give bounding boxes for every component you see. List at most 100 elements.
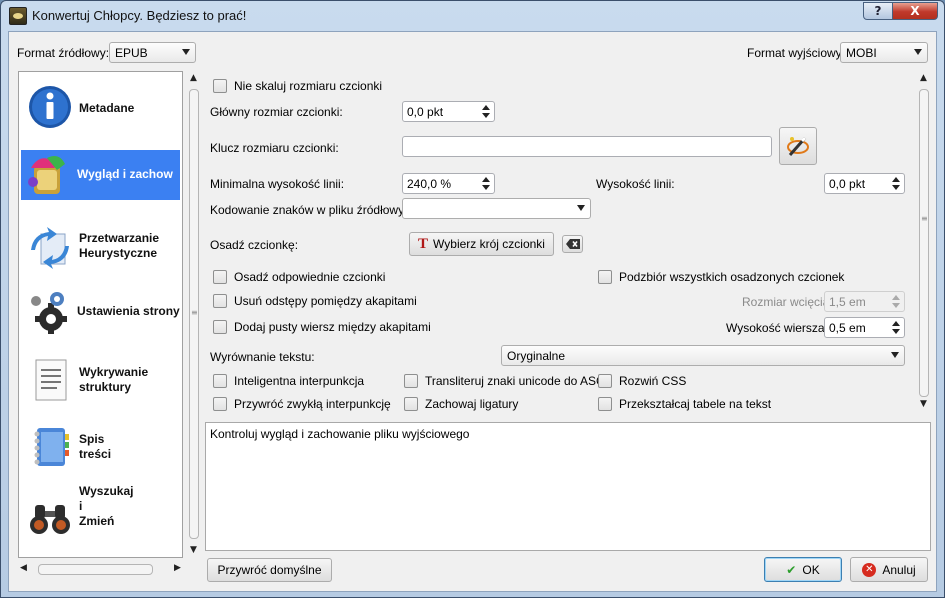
sidebar-item-label: Przetwarzanie Heurystyczne — [79, 231, 160, 260]
checkbox-label: Inteligentna interpunkcja — [234, 374, 365, 388]
chevron-down-icon — [891, 352, 899, 358]
indent-size-spinbox[interactable]: 1,5 em — [824, 291, 905, 312]
checkbox-box[interactable] — [404, 397, 418, 411]
scrollbar-thumb[interactable]: ≡ — [919, 89, 929, 397]
clear-font-button[interactable] — [562, 235, 583, 253]
scrollbar-thumb[interactable]: ≡ — [189, 89, 199, 539]
font-size-key-label: Klucz rozmiaru czcionki: — [210, 141, 339, 155]
checkbox-box[interactable] — [213, 320, 227, 334]
min-line-height-spinbox[interactable]: 240,0 % — [402, 173, 495, 194]
base-font-size-label: Główny rozmiar czcionki: — [210, 105, 343, 119]
cancel-icon: ✕ — [862, 562, 877, 577]
button-label: OK — [802, 562, 820, 577]
chevron-down-icon — [577, 205, 585, 211]
gears-icon — [31, 292, 67, 334]
title-bar[interactable]: Konwertuj Chłopcy. Będziesz to prać! ? X — [1, 1, 944, 31]
sidebar-item-look-and-feel[interactable]: Wygląd i zachow — [21, 150, 180, 200]
spin-arrows-icon[interactable] — [482, 104, 490, 118]
output-format-value: MOBI — [846, 46, 877, 60]
checkbox-label: Dodaj pusty wiersz między akapitami — [234, 320, 431, 334]
restore-defaults-button[interactable]: Przywróć domyślne — [207, 558, 332, 582]
input-encoding-label: Kodowanie znaków w pliku źródłowym: — [210, 203, 418, 217]
sidebar-horizontal-scrollbar[interactable]: ◀ ▶ — [18, 562, 186, 577]
sidebar-item-label: Spis treści — [79, 432, 112, 461]
sidebar-item-metadata[interactable]: Metadane — [19, 75, 182, 139]
checkbox-box[interactable] — [213, 79, 227, 93]
button-label: Przywróć domyślne — [217, 563, 322, 577]
help-button[interactable]: ? — [863, 2, 893, 20]
calibre-app-icon — [9, 7, 27, 25]
output-format-label: Format wyjściowy — [747, 46, 842, 60]
options-vertical-scrollbar[interactable]: ▲ ≡ ▼ — [916, 71, 932, 412]
scrollbar-thumb[interactable] — [38, 564, 153, 575]
checkbox-box[interactable] — [598, 270, 612, 284]
linearize-tables-checkbox[interactable]: Przekształcaj tabele na tekst — [598, 397, 771, 411]
ok-button[interactable]: ✔ OK — [764, 557, 842, 582]
choose-font-button[interactable]: T Wybierz krój czcionki — [409, 232, 554, 256]
line-height-spinbox[interactable]: 0,0 pkt — [824, 173, 905, 194]
grip-icon: ≡ — [921, 214, 928, 223]
sidebar-item-page-setup[interactable]: Ustawienia strony — [19, 280, 182, 344]
checkbox-box[interactable] — [213, 397, 227, 411]
expand-css-checkbox[interactable]: Rozwiń CSS — [598, 374, 686, 388]
sidebar-item-structure-detection[interactable]: Wykrywanie struktury — [19, 348, 182, 412]
sidebar-item-label: Ustawienia strony — [77, 304, 180, 318]
cancel-button[interactable]: ✕ Anuluj — [850, 557, 928, 582]
spinbox-value: 0,5 em — [829, 321, 866, 335]
binoculars-icon — [30, 505, 70, 534]
document-icon — [35, 359, 67, 401]
subset-fonts-checkbox[interactable]: Podzbiór wszystkich osadzonych czcionek — [598, 270, 844, 284]
help-description-box: Kontroluj wygląd i zachowanie pliku wyjś… — [205, 422, 931, 551]
font-key-wizard-button[interactable] — [779, 127, 817, 165]
smarten-punctuation-checkbox[interactable]: Inteligentna interpunkcja — [213, 374, 364, 388]
input-format-select[interactable]: EPUB — [109, 42, 196, 63]
paint-icon — [28, 156, 65, 194]
spinbox-value: 240,0 % — [407, 177, 452, 191]
base-font-size-spinbox[interactable]: 0,0 pkt — [402, 101, 495, 122]
checkmark-icon: ✔ — [786, 562, 797, 577]
checkbox-box[interactable] — [598, 374, 612, 388]
blank-line-size-spinbox[interactable]: 0,5 em — [824, 317, 905, 338]
combobox-value: Oryginalne — [507, 349, 566, 363]
insert-blank-line-checkbox[interactable]: Dodaj pusty wiersz między akapitami — [213, 320, 431, 334]
checkbox-box[interactable] — [213, 374, 227, 388]
info-icon — [29, 86, 71, 128]
arrows-icon — [31, 227, 69, 269]
asciiize-checkbox[interactable]: Transliteruj znaki unicode do ASCII — [404, 374, 611, 388]
embed-all-fonts-checkbox[interactable]: Osadź odpowiednie czcionki — [213, 270, 385, 284]
spin-arrows-icon[interactable] — [892, 176, 900, 190]
sidebar-vertical-scrollbar[interactable]: ▲ ≡ ▼ — [186, 71, 202, 558]
notebook-icon — [34, 428, 69, 466]
chevron-down-icon — [914, 49, 922, 55]
sidebar-item-label: Wygląd i zachow — [77, 167, 173, 181]
spinbox-value: 0,0 pkt — [829, 177, 866, 191]
close-button[interactable]: X — [892, 2, 938, 20]
checkbox-box[interactable] — [213, 294, 227, 308]
font-size-key-input[interactable] — [402, 136, 772, 157]
convert-dialog: Konwertuj Chłopcy. Będziesz to prać! ? X… — [0, 0, 945, 598]
no-scale-font-checkbox[interactable]: Nie skaluj rozmiaru czcionki — [213, 79, 382, 93]
sidebar-item-label: Wyszukaj i Zmień — [79, 484, 134, 528]
keep-ligatures-checkbox[interactable]: Zachowaj ligatury — [404, 397, 518, 411]
checkbox-label: Usuń odstępy pomiędzy akapitami — [234, 294, 417, 308]
text-justification-select[interactable]: Oryginalne — [501, 345, 905, 366]
spin-arrows-icon[interactable] — [482, 176, 490, 190]
scroll-up-icon: ▲ — [920, 73, 927, 83]
checkbox-box[interactable] — [404, 374, 418, 388]
sidebar-item-heuristics[interactable]: Przetwarzanie Heurystyczne — [19, 215, 182, 279]
scroll-right-icon: ▶ — [174, 563, 181, 573]
output-format-select[interactable]: MOBI — [840, 42, 928, 63]
spin-arrows-icon[interactable] — [892, 294, 900, 308]
category-list: Metadane Wygląd i zachow Przetwarzanie H… — [18, 71, 183, 558]
sidebar-item-toc[interactable]: Spis treści — [19, 415, 182, 479]
checkbox-box[interactable] — [213, 270, 227, 284]
unsmarten-punctuation-checkbox[interactable]: Przywróć zwykłą interpunkcję — [213, 397, 391, 411]
remove-paragraph-spacing-checkbox[interactable]: Usuń odstępy pomiędzy akapitami — [213, 294, 417, 308]
sidebar-item-search-replace[interactable]: Wyszukaj i Zmień — [19, 484, 182, 550]
spin-arrows-icon[interactable] — [892, 320, 900, 334]
font-icon: T — [418, 235, 429, 252]
checkbox-box[interactable] — [598, 397, 612, 411]
input-encoding-combobox[interactable] — [402, 198, 591, 219]
checkbox-label: Podzbiór wszystkich osadzonych czcionek — [619, 270, 845, 284]
sidebar-item-label: Metadane — [79, 101, 135, 115]
